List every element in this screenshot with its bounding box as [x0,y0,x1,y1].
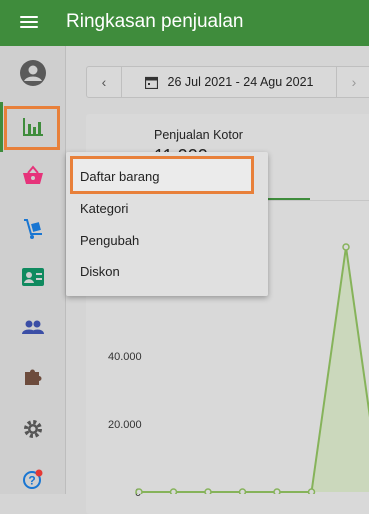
sidebar-item-employees[interactable] [0,252,65,302]
puzzle-icon [24,369,42,385]
help-icon: ? [22,469,42,489]
people-icon [21,320,44,334]
hamburger-icon[interactable] [20,14,38,32]
data-point [204,488,212,494]
data-point [238,488,247,494]
menu-item-kategori[interactable]: Kategori [80,201,128,216]
data-point [307,488,316,494]
cart-dolly-icon [23,219,42,239]
items-submenu: Daftar barang Kategori Pengubah Diskon [66,152,268,296]
svg-text:?: ? [28,474,35,488]
data-point [273,488,281,494]
data-point [342,243,350,251]
id-card-icon [21,268,44,286]
menu-item-pengubah[interactable]: Pengubah [80,233,139,248]
sidebar-item-items[interactable] [0,150,65,200]
items-highlight-frame [4,106,60,150]
sidebar-item-account[interactable] [0,48,65,98]
menu-item-daftar-barang[interactable]: Daftar barang [80,169,160,184]
sidebar-item-inventory[interactable] [0,204,65,254]
data-point [135,488,143,494]
sidebar-item-settings[interactable] [0,404,65,454]
account-circle-icon [19,60,46,86]
sidebar-item-customers[interactable] [0,302,65,352]
sidebar-item-integrations[interactable] [0,352,65,402]
basket-icon [22,165,43,184]
sidebar-item-help[interactable]: ? [0,454,65,504]
data-point [169,488,178,494]
gear-icon [23,420,42,438]
page-title: Ringkasan penjualan [66,11,244,32]
menu-item-diskon[interactable]: Diskon [80,264,120,279]
app-bar: Ringkasan penjualan [0,0,369,46]
